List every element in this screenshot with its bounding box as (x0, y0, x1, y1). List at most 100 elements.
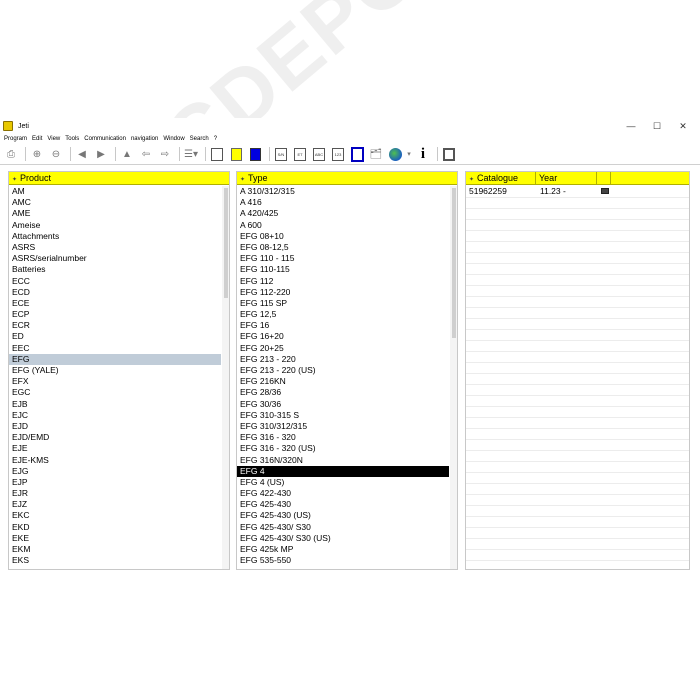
list-item[interactable]: EKE (9, 533, 221, 544)
previous-icon[interactable]: ◀ (74, 146, 90, 162)
table-row[interactable]: 51962259 11.23 - (466, 186, 689, 197)
list-item[interactable]: A 310/312/315 (237, 186, 449, 197)
list-item[interactable]: EGC (9, 387, 221, 398)
list-item[interactable]: EFG 4 (237, 465, 449, 477)
numbers-icon[interactable]: 123 (330, 146, 346, 162)
list-item[interactable]: EFG 316 - 320 (US) (237, 443, 449, 454)
list-item[interactable]: EFG 16 (237, 320, 449, 331)
list-item[interactable]: EFG 425-430/ S30 (US) (237, 533, 449, 544)
list-item[interactable]: EFG 316 - 320 (237, 432, 449, 443)
list-item[interactable]: A 420/425 (237, 208, 449, 219)
forward-arrow-icon[interactable]: ⇨ (157, 146, 173, 162)
et-icon[interactable]: ET (292, 146, 308, 162)
maximize-button[interactable]: ☐ (644, 118, 670, 134)
list-item[interactable]: AM (9, 186, 221, 197)
next-icon[interactable]: ▶ (93, 146, 109, 162)
type-header[interactable]: ✦ Type (237, 172, 457, 185)
list-item[interactable]: EJE (9, 443, 221, 454)
dropdown-icon[interactable]: ▾ (406, 146, 412, 162)
year-column-header[interactable]: Year (536, 172, 597, 185)
list-item[interactable]: EFG 425-430 (US) (237, 510, 449, 521)
list-item[interactable]: EJE-KMS (9, 455, 221, 466)
list-item[interactable]: EJB (9, 399, 221, 410)
zoom-out-icon[interactable]: ⊖ (48, 146, 64, 162)
type-list[interactable]: A 310/312/315 A 416 A 420/425 A 600 EFG 08+1… (237, 186, 449, 569)
list-item[interactable]: EFG 4 (US) (237, 477, 449, 488)
list-item[interactable]: EFG 310/312/315 (237, 421, 449, 432)
list-item[interactable]: EFG 16+20 (237, 331, 449, 342)
list-item[interactable]: EFG 20+25 (237, 343, 449, 354)
list-item[interactable]: EFG 425k MP (237, 544, 449, 555)
globe-icon[interactable] (387, 146, 403, 162)
list-item[interactable]: EFX (9, 376, 221, 387)
list-item[interactable]: EJG (9, 466, 221, 477)
list-item[interactable]: EFG 110 - 115 (237, 253, 449, 264)
list-item[interactable]: EFG 115 SP (237, 298, 449, 309)
save-icon[interactable] (349, 146, 365, 162)
menu-view[interactable]: View (47, 136, 60, 142)
menu-communication[interactable]: Communication (84, 136, 126, 142)
up-icon[interactable]: ▲ (119, 146, 135, 162)
menu-tools[interactable]: Tools (65, 136, 79, 142)
list-item[interactable]: EFG 08+10 (237, 231, 449, 242)
list-item[interactable]: EFG 316N/320N (237, 455, 449, 466)
list-item[interactable]: EFG 216KN (237, 376, 449, 387)
list-item[interactable]: EFG 425-430/ S30 (237, 522, 449, 533)
list-item[interactable]: EEC (9, 343, 221, 354)
list-item[interactable]: EKC (9, 510, 221, 521)
menu-edit[interactable]: Edit (32, 136, 42, 142)
list-item[interactable]: AME (9, 208, 221, 219)
list-item[interactable]: ECP (9, 309, 221, 320)
abc-icon[interactable]: ABC (311, 146, 327, 162)
list-item[interactable]: EFG 08-12,5 (237, 242, 449, 253)
list-item[interactable]: EFG 535-550 (237, 555, 449, 566)
list-item[interactable]: EFG 30/36 (237, 399, 449, 410)
list-item[interactable]: ECC (9, 276, 221, 287)
list-item[interactable]: EFG 310-315 S (237, 410, 449, 421)
yellow-marker-icon[interactable] (228, 146, 244, 162)
list-item[interactable]: EJR (9, 488, 221, 499)
product-header[interactable]: ✦ Product (9, 172, 229, 185)
type-scrollbar[interactable] (450, 186, 457, 569)
list-item[interactable]: EJC (9, 410, 221, 421)
list-item[interactable]: EJP (9, 477, 221, 488)
menu-navigation[interactable]: navigation (131, 136, 158, 142)
list-item[interactable]: AMC (9, 197, 221, 208)
list-item[interactable]: ECE (9, 298, 221, 309)
list-item[interactable]: ED (9, 331, 221, 342)
list-item[interactable]: EFG 112 (237, 276, 449, 287)
close-button[interactable]: ✕ (670, 118, 696, 134)
list-item[interactable]: EKD (9, 522, 221, 533)
tree-view-icon[interactable]: ☰▾ (183, 146, 199, 162)
blue-marker-icon[interactable] (247, 146, 263, 162)
list-item[interactable]: EKM (9, 544, 221, 555)
menu-help[interactable]: ? (214, 136, 217, 142)
list-item[interactable]: ASRS (9, 242, 221, 253)
list-item[interactable]: EFG 112-220 (237, 287, 449, 298)
info-icon[interactable]: i (415, 146, 431, 162)
minimize-button[interactable]: — (618, 118, 644, 134)
list-item[interactable]: Ameise (9, 220, 221, 231)
list-item[interactable]: EJD (9, 421, 221, 432)
list-item[interactable]: EFG 422-430 (237, 488, 449, 499)
folder-icon[interactable]: 🗂 (368, 146, 384, 162)
list-item[interactable]: ASRS/serialnumber (9, 253, 221, 264)
product-list[interactable]: AM AMC AME Ameise Attachments ASRS ASRS/serial… (9, 186, 221, 569)
list-item[interactable]: EFG 110-115 (237, 264, 449, 275)
list-item[interactable]: Attachments (9, 231, 221, 242)
list-item[interactable]: A 600 (237, 220, 449, 231)
list-item[interactable]: EFG 213 - 220 (237, 354, 449, 365)
list-item[interactable]: EJZ (9, 499, 221, 510)
serial-number-icon[interactable]: S/N (273, 146, 289, 162)
list-item[interactable]: EJD/EMD (9, 432, 221, 443)
print-icon[interactable]: ⎙ (3, 146, 19, 162)
type-scroll-thumb[interactable] (452, 188, 456, 338)
catalogue-column-header[interactable]: ✦ Catalogue (466, 172, 536, 185)
list-item[interactable]: EFG 28/36 (237, 387, 449, 398)
menu-window[interactable]: Window (163, 136, 184, 142)
document-icon[interactable] (209, 146, 225, 162)
back-arrow-icon[interactable]: ⇦ (138, 146, 154, 162)
list-item[interactable]: EKS (9, 555, 221, 566)
product-scrollbar[interactable] (222, 186, 229, 569)
menu-search[interactable]: Search (190, 136, 209, 142)
